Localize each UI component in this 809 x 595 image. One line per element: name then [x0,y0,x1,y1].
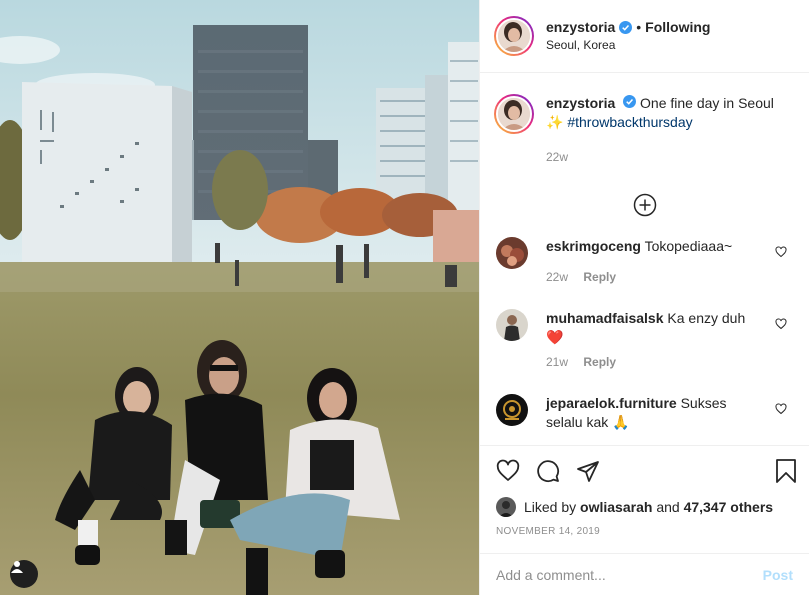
reply-button[interactable]: Reply [583,270,616,284]
photo-illustration [0,0,479,595]
comment-text: Ka enzy duh [667,310,746,326]
comment-age[interactable]: 21w [546,355,568,369]
caption-hashtag[interactable]: #throwbackthursday [567,114,692,130]
likes-prefix: Liked by [524,499,577,515]
liker-username[interactable]: owliasarah [580,499,652,515]
liker-avatar[interactable] [496,497,516,517]
caption-author-avatar[interactable] [494,94,534,134]
likes-and: and [656,499,680,515]
post-date[interactable]: NOVEMBER 14, 2019 [480,518,809,537]
comment-item: jeparaelok.furniture Sukses selalu kak 🙏 [480,394,809,432]
comment-username[interactable]: eskrimgoceng [546,238,641,254]
commenter-avatar[interactable] [496,309,528,341]
comment-bubble-icon[interactable] [536,459,560,483]
verified-badge-icon [623,95,637,108]
instagram-post: enzystoria • Following Seoul, Korea enzy… [0,0,809,595]
comment-like-heart-icon[interactable] [775,245,787,261]
author-username[interactable]: enzystoria [546,18,615,36]
separator-dot: • [636,19,642,35]
comment-composer: Post [480,553,809,595]
following-button[interactable]: Following [645,18,710,36]
caption-text: One fine day in Seoul [640,95,774,111]
post-actions: Liked by owliasarah and 47,347 others NO… [480,445,809,595]
post-location[interactable]: Seoul, Korea [546,36,710,54]
comment-age[interactable]: 22w [546,270,568,284]
heart-emoji: ❤️ [546,329,564,345]
action-icon-row [480,446,809,496]
reply-button[interactable]: Reply [583,355,616,369]
sparkles-emoji: ✨ [546,114,564,130]
likes-summary: Liked by owliasarah and 47,347 others [480,496,809,518]
caption-age[interactable]: 22w [546,148,774,167]
author-avatar[interactable] [494,16,534,56]
comment-username[interactable]: muhamadfaisalsk [546,310,664,326]
add-comment-input[interactable] [496,566,763,583]
post-caption: enzystoria One fine day in Seoul ✨ #thro… [480,74,809,167]
comment-item: muhamadfaisalsk Ka enzy duh ❤️ 21w Reply [480,309,809,372]
post-comment-button[interactable]: Post [763,567,793,583]
post-photo[interactable] [0,0,479,595]
comment-text: Tokopediaaa~ [644,238,733,254]
likes-count[interactable]: 47,347 others [684,499,774,515]
comment-item: eskrimgoceng Tokopediaaa~ 22w Reply [480,237,809,287]
load-more-comments[interactable] [480,193,809,217]
plus-circle-icon[interactable] [633,193,657,217]
like-heart-icon[interactable] [496,459,520,483]
commenter-avatar[interactable] [496,237,528,269]
caption-username[interactable]: enzystoria [546,95,615,111]
commenter-avatar[interactable] [496,394,528,426]
tagged-users-button[interactable] [10,560,38,588]
post-header: enzystoria • Following Seoul, Korea [480,0,809,73]
save-bookmark-icon[interactable] [775,459,797,483]
post-side-panel: enzystoria • Following Seoul, Korea enzy… [479,0,809,595]
comment-like-heart-icon[interactable] [775,402,787,418]
comment-username[interactable]: jeparaelok.furniture [546,395,677,411]
comment-like-heart-icon[interactable] [775,317,787,333]
verified-badge-icon [619,20,633,34]
praying-hands-emoji: 🙏 [612,414,630,430]
comments-area[interactable]: enzystoria One fine day in Seoul ✨ #thro… [480,74,809,444]
share-paper-plane-icon[interactable] [576,459,600,483]
